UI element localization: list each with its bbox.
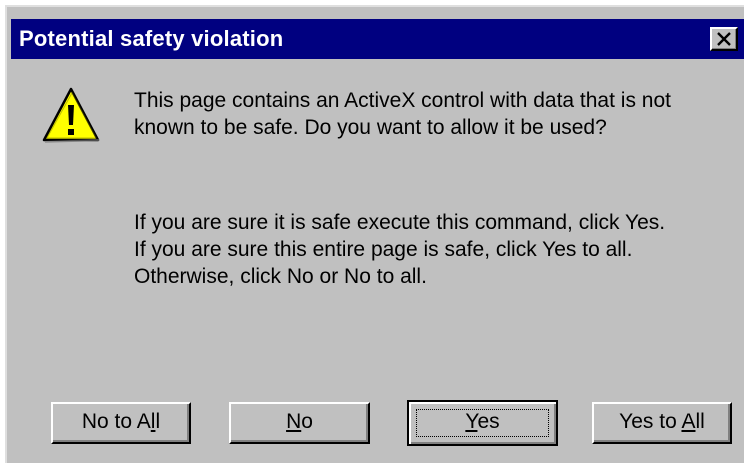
detail-message-line: Otherwise, click No or No to all. xyxy=(134,265,427,288)
yes-to-all-label: Yes to All xyxy=(619,410,705,433)
no-to-all-label: No to All xyxy=(81,410,161,433)
no-button[interactable]: No xyxy=(229,402,370,444)
yes-button[interactable]: Yes xyxy=(407,400,558,446)
focus-rectangle xyxy=(416,409,549,437)
window-title: Potential safety violation xyxy=(19,26,284,51)
no-label: No xyxy=(286,410,313,433)
main-message-line: This page contains an ActiveX control wi… xyxy=(134,89,671,112)
detail-message-line: If you are sure it is safe execute this … xyxy=(134,211,666,234)
warning-icon xyxy=(42,87,100,143)
main-message-line: known to be safe. Do you want to allow i… xyxy=(134,116,607,139)
dialog-window: Potential safety violation This page con… xyxy=(5,5,744,463)
yes-to-all-button[interactable]: Yes to All xyxy=(592,402,732,444)
close-icon xyxy=(717,32,731,46)
no-to-all-button[interactable]: No to All xyxy=(51,402,191,444)
close-button[interactable] xyxy=(710,27,738,51)
title-bar[interactable]: Potential safety violation xyxy=(11,19,744,59)
detail-message: If you are sure it is safe execute this … xyxy=(134,209,665,290)
main-message: This page contains an ActiveX control wi… xyxy=(134,87,671,141)
detail-message-line: If you are sure this entire page is safe… xyxy=(134,238,633,261)
